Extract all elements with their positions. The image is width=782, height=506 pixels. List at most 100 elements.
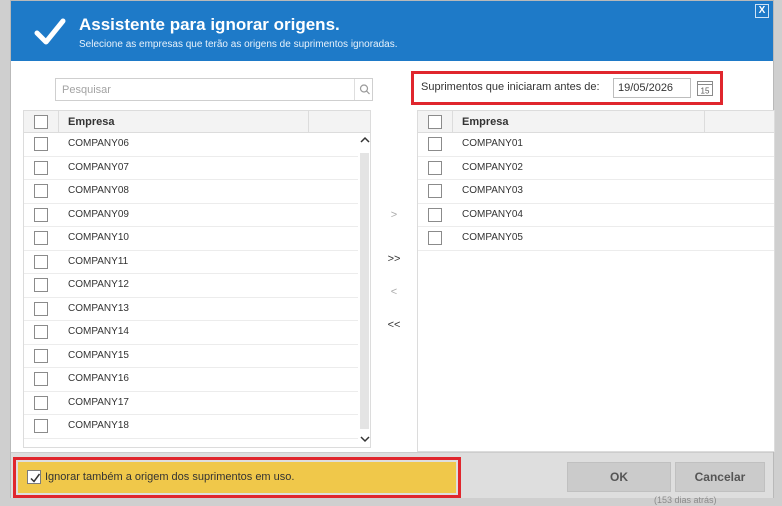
table-row[interactable]: COMPANY03 [418,180,774,204]
scroll-down-icon[interactable] [358,433,370,447]
table-row[interactable]: COMPANY08 [24,180,370,204]
column-divider [58,111,59,133]
scrollbar-thumb[interactable] [360,153,369,429]
table-row[interactable]: COMPANY09 [24,204,370,227]
table-row[interactable]: COMPANY05 [418,227,774,251]
company-name: COMPANY17 [68,396,129,408]
company-name: COMPANY11 [68,255,129,267]
background-app-left [0,0,10,506]
grid-header: Empresa [24,111,370,133]
row-checkbox[interactable] [34,278,48,292]
company-name: COMPANY05 [462,232,523,243]
company-name: COMPANY18 [68,420,129,431]
calendar-icon[interactable]: 15 [696,79,714,97]
selected-companies-grid: Empresa COMPANY01 COMPANY02 COMPANY03 COMPA… [417,110,775,452]
company-name: COMPANY16 [68,373,129,384]
column-header-empresa[interactable]: Empresa [68,116,114,128]
svg-text:15: 15 [701,87,710,96]
company-name: COMPANY08 [68,185,129,196]
checkmark-icon [30,473,41,483]
row-checkbox[interactable] [34,254,48,269]
background-app-right [774,0,782,506]
search-icon[interactable] [354,79,374,100]
cancel-button[interactable]: Cancelar [675,462,765,492]
row-checkbox[interactable] [34,137,48,151]
company-name: COMPANY07 [68,161,129,173]
move-selected-left-button[interactable]: < [383,283,405,301]
table-row[interactable]: COMPANY16 [24,368,370,392]
available-companies-list: COMPANY06 COMPANY07 COMPANY08 COMPANY09 COMP… [24,133,370,439]
table-row[interactable]: COMPANY17 [24,392,370,415]
date-filter-input[interactable]: 19/05/2026 [613,78,691,98]
vertical-scrollbar[interactable] [358,133,370,447]
ignore-in-use-option[interactable]: Ignorar também a origem dos suprimentos … [18,462,456,493]
dialog-title: Assistente para ignorar origens. [79,15,340,34]
table-row[interactable]: COMPANY18 [24,415,370,439]
row-checkbox[interactable] [34,160,48,175]
row-checkbox[interactable] [34,325,48,339]
table-row[interactable]: COMPANY06 [24,133,370,157]
available-companies-grid: Empresa COMPANY06 COMPANY07 COMPANY08 COMPA… [23,110,371,448]
company-name: COMPANY03 [462,185,523,196]
grid-header: Empresa [418,111,774,133]
company-name: COMPANY14 [68,326,129,337]
company-name: COMPANY10 [68,232,129,243]
column-divider [704,111,705,133]
move-all-right-button[interactable]: >> [383,250,405,268]
row-checkbox[interactable] [428,137,442,151]
move-all-left-button[interactable]: << [383,316,405,334]
company-name: COMPANY13 [68,302,129,314]
date-filter-label: Suprimentos que iniciaram antes de: [421,81,600,93]
company-name: COMPANY15 [68,349,129,361]
row-checkbox[interactable] [34,395,48,410]
ignore-origins-dialog: Assistente para ignorar origens. Selecio… [10,0,775,498]
ok-button[interactable]: OK [567,462,671,492]
ignore-in-use-checkbox[interactable] [27,470,41,484]
dialog-header: Assistente para ignorar origens. Selecio… [11,1,773,61]
move-selected-right-button[interactable]: > [383,206,405,224]
company-name: COMPANY09 [68,208,129,220]
dialog-footer: Ignorar também a origem dos suprimentos … [11,452,773,498]
table-row[interactable]: COMPANY02 [418,157,774,180]
table-row[interactable]: COMPANY11 [24,251,370,274]
company-name: COMPANY01 [462,138,523,149]
column-divider [308,111,309,133]
background-hint-text: (153 dias atrás) [654,495,717,505]
row-checkbox[interactable] [34,231,48,245]
table-row[interactable]: COMPANY13 [24,298,370,321]
row-checkbox[interactable] [428,160,442,175]
row-checkbox[interactable] [428,231,442,245]
row-checkbox[interactable] [34,207,48,222]
row-checkbox[interactable] [428,207,442,222]
search-input[interactable]: Pesquisar [55,78,373,101]
row-checkbox[interactable] [34,419,48,433]
row-checkbox[interactable] [34,348,48,363]
option-highlight: Ignorar também a origem dos suprimentos … [13,457,461,498]
column-divider [452,111,453,133]
table-row[interactable]: COMPANY15 [24,345,370,368]
close-button[interactable]: X [755,4,769,18]
company-name: COMPANY12 [68,279,129,290]
scroll-up-icon[interactable] [358,134,370,148]
ignore-in-use-label: Ignorar também a origem dos suprimentos … [45,471,295,483]
select-all-checkbox[interactable] [428,115,442,129]
date-filter-highlight: Suprimentos que iniciaram antes de: 19/0… [411,71,723,105]
table-row[interactable]: COMPANY14 [24,321,370,345]
table-row[interactable]: COMPANY10 [24,227,370,251]
row-checkbox[interactable] [34,372,48,386]
table-row[interactable]: COMPANY07 [24,157,370,180]
search-placeholder: Pesquisar [62,84,111,96]
table-row[interactable]: COMPANY12 [24,274,370,298]
selected-companies-list: COMPANY01 COMPANY02 COMPANY03 COMPANY04 COMP… [418,133,774,251]
row-checkbox[interactable] [428,184,442,198]
table-row[interactable]: COMPANY01 [418,133,774,157]
row-checkbox[interactable] [34,301,48,316]
company-name: COMPANY04 [462,208,523,220]
checkmark-icon [34,18,66,45]
row-checkbox[interactable] [34,184,48,198]
company-name: COMPANY02 [462,161,523,173]
table-row[interactable]: COMPANY04 [418,204,774,227]
dialog-subtitle: Selecione as empresas que terão as orige… [79,39,398,50]
column-header-empresa[interactable]: Empresa [462,116,508,128]
select-all-checkbox[interactable] [34,115,48,129]
